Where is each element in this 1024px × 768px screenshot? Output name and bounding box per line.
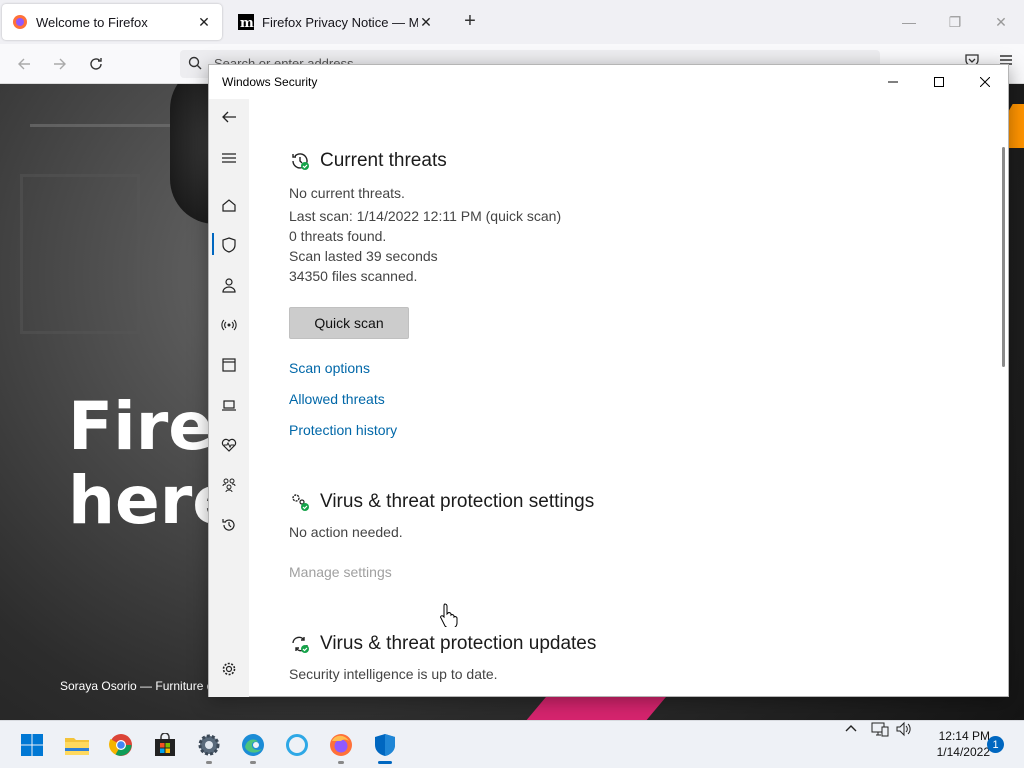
window-controls: [870, 65, 1008, 99]
file-explorer-icon[interactable]: [63, 731, 91, 759]
system-clock[interactable]: 12:14 PM 1/14/2022: [920, 728, 990, 760]
minimize-icon[interactable]: —: [886, 0, 932, 44]
app-browser-control-icon[interactable]: [219, 355, 239, 375]
threat-status-text: No current threats.: [289, 185, 405, 201]
home-icon[interactable]: [219, 195, 239, 215]
maximize-icon[interactable]: [916, 65, 962, 99]
running-indicator: [338, 761, 344, 764]
section-title: Current threats: [320, 150, 447, 171]
photo-caption: Soraya Osorio — Furniture d: [60, 679, 214, 693]
device-security-icon[interactable]: [219, 395, 239, 415]
protection-history-icon[interactable]: [219, 515, 239, 535]
search-icon: [188, 56, 202, 75]
reload-icon[interactable]: [84, 52, 108, 76]
edge-icon[interactable]: [239, 731, 267, 759]
settings-icon[interactable]: [195, 731, 223, 759]
firefox-icon[interactable]: [327, 731, 355, 759]
firewall-network-icon[interactable]: [219, 315, 239, 335]
scan-duration-text: Scan lasted 39 seconds: [289, 248, 438, 264]
section-title: Virus & threat protection updates: [320, 633, 597, 654]
scan-options-link[interactable]: Scan options: [289, 360, 370, 376]
protection-updates-heading: Virus & threat protection updates: [289, 633, 596, 655]
back-arrow-icon[interactable]: [12, 52, 36, 76]
active-app-indicator: [378, 761, 392, 764]
family-options-icon[interactable]: [219, 475, 239, 495]
back-arrow-icon[interactable]: [219, 107, 239, 127]
tab-label: Welcome to Firefox: [36, 14, 148, 30]
background-photo-detail: [30, 124, 190, 134]
clock-time: 12:14 PM: [938, 729, 990, 743]
firefox-icon: [12, 14, 28, 30]
notification-badge[interactable]: 1: [987, 736, 1004, 753]
scrollbar[interactable]: [1002, 147, 1005, 367]
windows-security-icon[interactable]: [371, 731, 399, 759]
security-main-content: Current threats No current threats. Last…: [289, 99, 979, 697]
current-threats-heading: Current threats: [289, 150, 447, 172]
shield-icon[interactable]: [219, 235, 239, 255]
close-icon[interactable]: [962, 65, 1008, 99]
svg-text:m: m: [240, 16, 254, 30]
allowed-threats-link[interactable]: Allowed threats: [289, 391, 385, 407]
update-refresh-icon: [289, 633, 311, 655]
windows-security-window: Windows Security Current threats No curr…: [208, 64, 1009, 697]
close-icon[interactable]: ✕: [978, 0, 1024, 44]
tab-privacy-notice[interactable]: m Firefox Privacy Notice — Mozilla ✕: [228, 4, 444, 40]
hamburger-menu-icon[interactable]: [219, 148, 239, 168]
forward-arrow-icon[interactable]: [48, 52, 72, 76]
protection-history-link[interactable]: Protection history: [289, 422, 397, 438]
tab-label: Firefox Privacy Notice — Mozilla: [262, 14, 418, 30]
account-protection-icon[interactable]: [219, 275, 239, 295]
background-photo-detail: [20, 174, 140, 334]
decorative-stripe: [513, 696, 667, 720]
restore-icon[interactable]: ❐: [932, 0, 978, 44]
firefox-tab-bar: Welcome to Firefox ✕ m Firefox Privacy N…: [0, 0, 1024, 44]
protection-settings-heading: Virus & threat protection settings: [289, 491, 594, 513]
quick-scan-button[interactable]: Quick scan: [289, 307, 409, 339]
gear-icon[interactable]: [219, 659, 239, 679]
start-icon[interactable]: [18, 731, 46, 759]
close-tab-icon[interactable]: ✕: [196, 14, 212, 31]
minimize-icon[interactable]: [870, 65, 916, 99]
threats-found-text: 0 threats found.: [289, 228, 387, 244]
new-tab-button[interactable]: +: [458, 10, 482, 34]
window-title: Windows Security: [222, 75, 318, 89]
running-indicator: [206, 761, 212, 764]
chrome-icon[interactable]: [107, 731, 135, 759]
title-bar: Windows Security: [209, 65, 1008, 99]
close-tab-icon[interactable]: ✕: [418, 14, 434, 31]
clock-date: 1/14/2022: [936, 745, 990, 759]
device-health-icon[interactable]: [219, 435, 239, 455]
taskbar: 12:14 PM 1/14/2022: [0, 720, 1024, 768]
settings-gears-icon: [289, 491, 311, 513]
settings-status-text: No action needed.: [289, 524, 403, 540]
firefox-window-controls: — ❐ ✕: [886, 0, 1024, 44]
last-scan-text: Last scan: 1/14/2022 12:11 PM (quick sca…: [289, 208, 562, 224]
section-title: Virus & threat protection settings: [320, 491, 595, 512]
selected-indicator: [212, 233, 214, 255]
files-scanned-text: 34350 files scanned.: [289, 268, 418, 284]
threat-scan-clock-icon: [289, 150, 311, 172]
tab-welcome-to-firefox[interactable]: Welcome to Firefox ✕: [2, 4, 222, 40]
updates-status-text: Security intelligence is up to date.: [289, 666, 498, 682]
mozilla-m-icon: m: [238, 14, 254, 30]
security-sidebar: [209, 99, 249, 697]
hand-cursor-icon: [440, 603, 458, 627]
running-indicator: [250, 761, 256, 764]
cortana-icon[interactable]: [283, 731, 311, 759]
manage-settings-link[interactable]: Manage settings: [289, 564, 392, 580]
store-icon[interactable]: [151, 731, 179, 759]
